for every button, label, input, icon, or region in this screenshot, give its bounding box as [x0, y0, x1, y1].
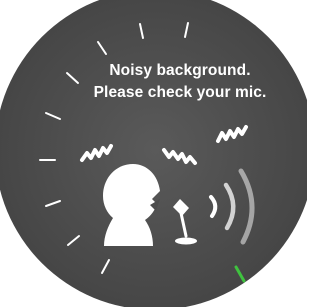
- noise-squiggle-left-icon: [80, 144, 113, 162]
- microphone-icon: [173, 199, 197, 245]
- watch-screen: Noisy background. Please check your mic.: [0, 0, 307, 307]
- noise-squiggle-center-icon: [162, 148, 197, 165]
- noise-squiggle-right-icon: [216, 125, 248, 143]
- illustration: [80, 125, 255, 246]
- sound-waves-icon: [209, 168, 255, 245]
- person-speaking-icon: [103, 164, 160, 246]
